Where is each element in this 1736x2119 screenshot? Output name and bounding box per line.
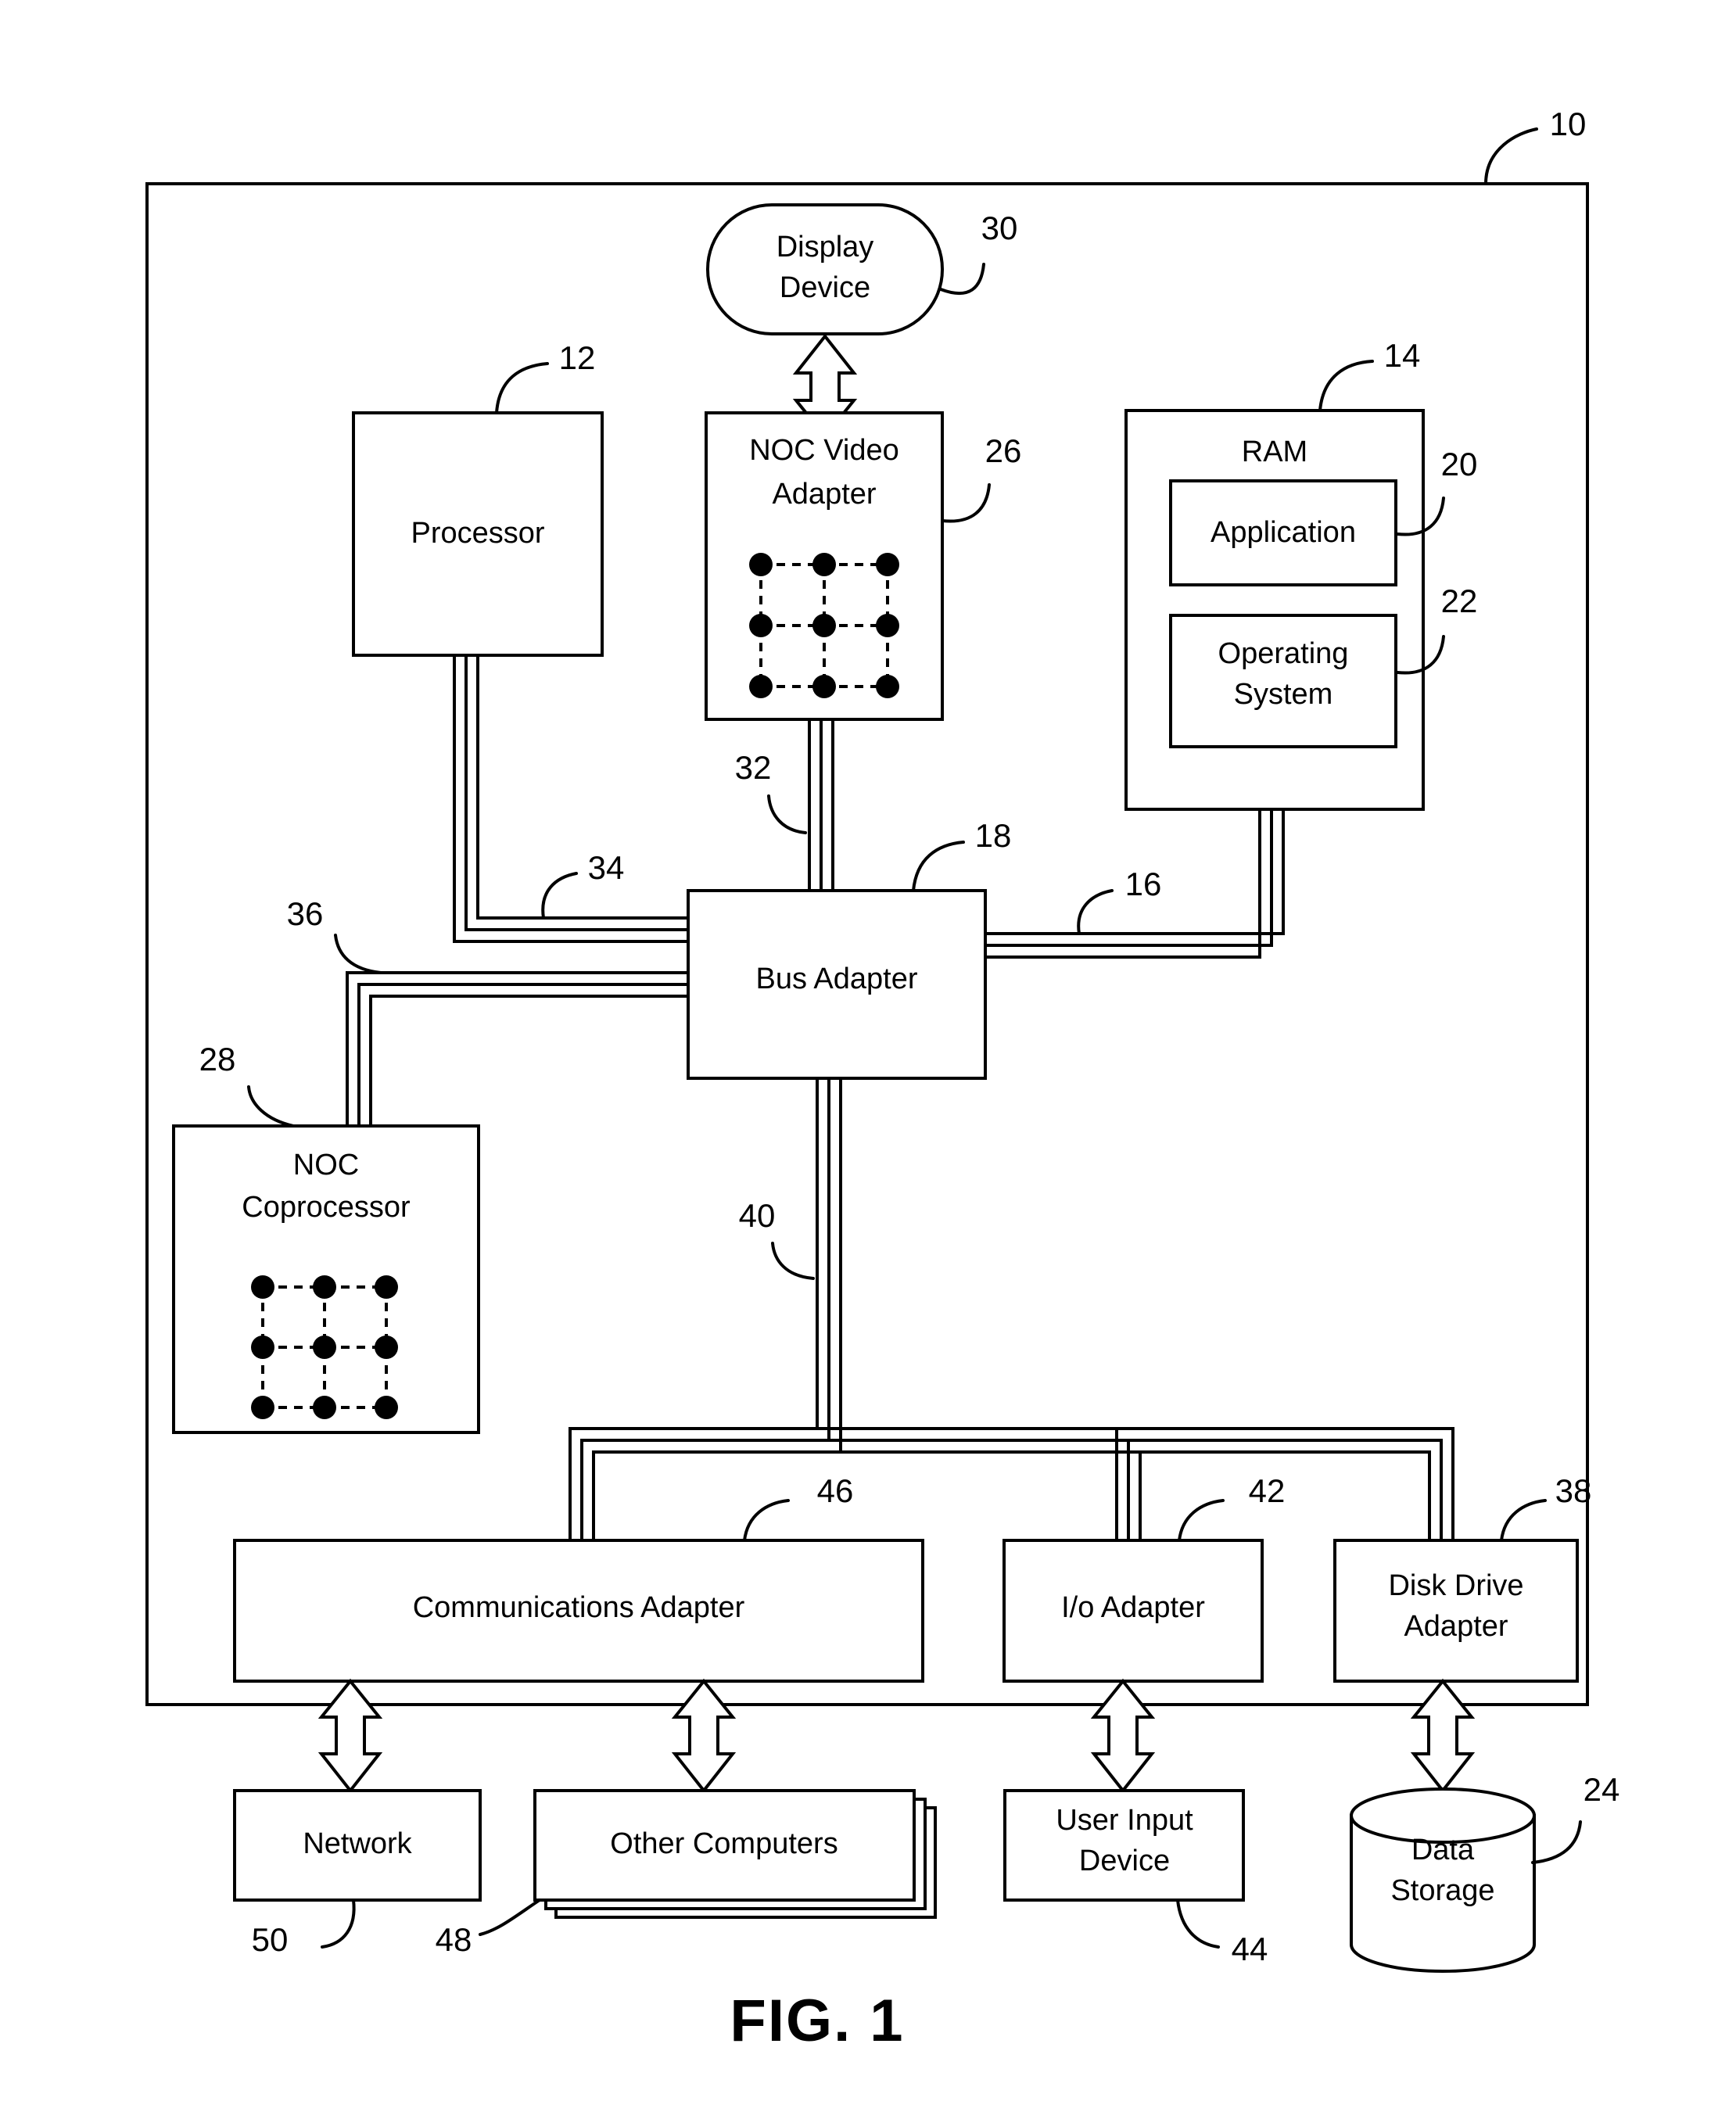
leader-38 (1500, 1499, 1547, 1542)
ref-48: 48 (436, 1921, 472, 1958)
leader-12 (495, 362, 549, 414)
ref-44: 44 (1232, 1931, 1268, 1967)
leader-48 (479, 1898, 541, 1936)
ref-32: 32 (735, 749, 772, 786)
io-adapter-bus-drop (1115, 1429, 1142, 1540)
ref-10: 10 (1550, 106, 1587, 142)
application-label-text: Application (1211, 516, 1356, 549)
ref-46: 46 (817, 1472, 854, 1509)
ref-22: 22 (1441, 583, 1478, 619)
leader-28 (247, 1085, 295, 1128)
expansion-bus-horizontal (569, 1427, 1454, 1540)
leader-10 (1484, 127, 1538, 185)
ref-30: 30 (981, 210, 1018, 246)
ref-20: 20 (1441, 446, 1478, 482)
leader-44 (1176, 1898, 1220, 1949)
leader-34 (541, 872, 578, 920)
display-device-box (706, 203, 944, 335)
leader-18 (912, 841, 965, 892)
leader-36 (334, 934, 382, 974)
leader-46 (743, 1499, 790, 1542)
network-label: Network (303, 1827, 412, 1860)
ref-26: 26 (985, 432, 1022, 469)
noc-video-adapter-label-1: NOC Video (749, 434, 899, 467)
ref-38: 38 (1555, 1472, 1592, 1509)
other-computers-label: Other Computers (610, 1827, 838, 1860)
communications-adapter-label: Communications Adapter (413, 1591, 745, 1624)
leader-42 (1178, 1499, 1225, 1542)
data-storage-label-2: Storage (1390, 1874, 1494, 1907)
ref-16: 16 (1125, 866, 1162, 902)
leader-24 (1531, 1820, 1582, 1864)
io-adapter-label: I/o Adapter (1061, 1591, 1205, 1624)
ref-14: 14 (1384, 337, 1421, 374)
data-storage-label-1: Data (1411, 1834, 1475, 1866)
noc-coprocessor-label-2: Coprocessor (242, 1191, 411, 1224)
leader-32 (767, 794, 807, 834)
disk-drive-adapter-label-2: Adapter (1404, 1610, 1508, 1643)
processor-label: Processor (411, 517, 544, 550)
ref-34: 34 (588, 849, 625, 886)
ref-36: 36 (287, 895, 324, 932)
noc-video-adapter-label-2: Adapter (772, 478, 876, 511)
noc-coprocessor-label-1: NOC (293, 1149, 359, 1181)
user-input-device-label-1: User Input (1056, 1804, 1193, 1837)
display-device-label-2: Device (780, 271, 870, 304)
leader-16 (1077, 889, 1114, 935)
figure-1-block-diagram: 10 Display Device 30 Processor 12 NOC Vi… (145, 106, 1620, 2054)
front-side-bus-34 (453, 655, 688, 943)
display-device-label-1: Display (777, 231, 874, 264)
network-arrow (317, 1678, 383, 1794)
ref-18: 18 (975, 817, 1012, 854)
ref-42: 42 (1249, 1472, 1286, 1509)
ref-50: 50 (252, 1921, 289, 1958)
data-storage-arrow (1410, 1678, 1476, 1794)
figure-caption: FIG. 1 (730, 1988, 904, 2054)
operating-system-label-2: System (1234, 678, 1333, 711)
coprocessor-bus-36 (346, 971, 688, 1126)
expansion-bus-40 (816, 1078, 842, 1452)
ram-label: RAM (1242, 436, 1307, 468)
ref-40: 40 (739, 1197, 776, 1234)
operating-system-label-1: Operating (1218, 637, 1349, 670)
patent-figure: 10 Display Device 30 Processor 12 NOC Vi… (0, 0, 1736, 2119)
bus-adapter-label: Bus Adapter (755, 963, 917, 995)
leader-30 (939, 263, 985, 295)
leader-50 (321, 1898, 356, 1949)
ram-box (1124, 409, 1425, 811)
ref-28: 28 (199, 1041, 236, 1077)
disk-drive-adapter-label-1: Disk Drive (1388, 1569, 1523, 1602)
other-computers-arrow (671, 1678, 737, 1794)
ref-24: 24 (1584, 1771, 1620, 1808)
leader-14 (1318, 360, 1374, 412)
user-input-device-label-2: Device (1079, 1845, 1170, 1877)
leader-40 (771, 1242, 815, 1280)
user-input-arrow (1090, 1678, 1156, 1794)
leader-26 (941, 483, 991, 523)
video-bus-32 (808, 719, 834, 891)
ref-12: 12 (559, 339, 596, 376)
